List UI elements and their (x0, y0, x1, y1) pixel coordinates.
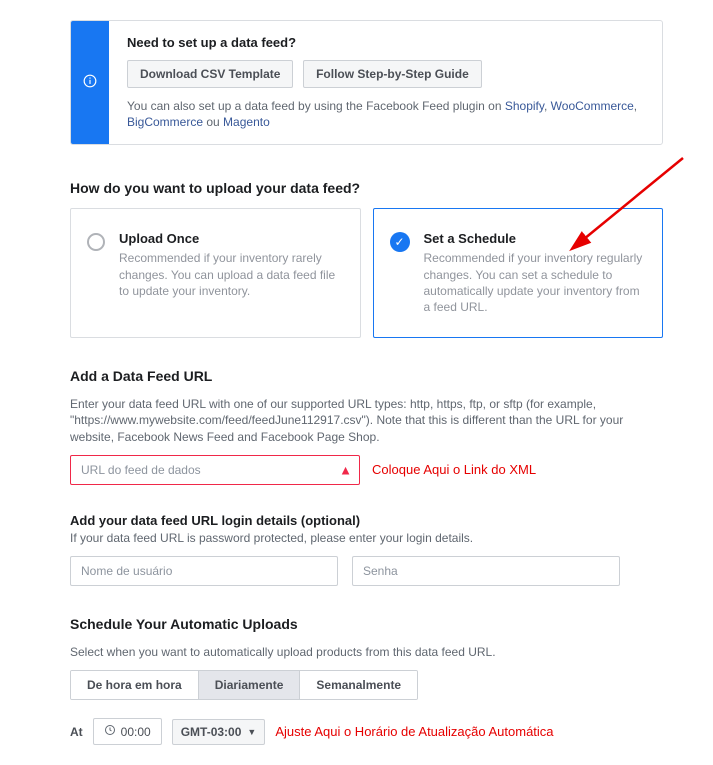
frequency-segmented: De hora em hora Diariamente Semanalmente (70, 670, 418, 700)
set-schedule-title: Set a Schedule (424, 231, 645, 246)
info-title: Need to set up a data feed? (127, 35, 644, 50)
set-schedule-desc: Recommended if your inventory regularly … (424, 250, 645, 315)
shopify-link[interactable]: Shopify (505, 99, 544, 113)
feed-url-annotation: Coloque Aqui o Link do XML (372, 462, 536, 477)
seg-weekly[interactable]: Semanalmente (300, 671, 417, 699)
schedule-desc: Select when you want to automatically up… (70, 644, 663, 660)
radio-checked-icon: ✓ (390, 232, 410, 252)
password-input[interactable] (352, 556, 620, 586)
feed-url-input-wrap: ▲ (70, 455, 360, 485)
feed-url-desc: Enter your data feed URL with one of our… (70, 396, 663, 445)
username-input[interactable] (70, 556, 338, 586)
feed-url-input[interactable] (70, 455, 360, 485)
login-desc: If your data feed URL is password protec… (70, 530, 663, 546)
set-schedule-option[interactable]: ✓ Set a Schedule Recommended if your inv… (373, 208, 664, 338)
upload-once-desc: Recommended if your inventory rarely cha… (119, 250, 342, 299)
download-csv-button[interactable]: Download CSV Template (127, 60, 293, 88)
schedule-annotation: Ajuste Aqui o Horário de Atualização Aut… (275, 724, 553, 739)
warning-icon: ▲ (339, 462, 352, 477)
radio-unchecked-icon (87, 233, 105, 251)
time-picker[interactable]: 00:00 (93, 718, 162, 745)
seg-hourly[interactable]: De hora em hora (71, 671, 199, 699)
feed-url-title: Add a Data Feed URL (70, 368, 663, 384)
info-box: Need to set up a data feed? Download CSV… (70, 20, 663, 145)
upload-once-option[interactable]: Upload Once Recommended if your inventor… (70, 208, 361, 338)
timezone-value: GMT-03:00 (181, 725, 242, 739)
woocommerce-link[interactable]: WooCommerce (551, 99, 634, 113)
seg-daily[interactable]: Diariamente (199, 671, 301, 699)
at-label: At (70, 725, 83, 739)
info-bar (71, 21, 109, 144)
schedule-title: Schedule Your Automatic Uploads (70, 616, 663, 632)
info-text-prefix: You can also set up a data feed by using… (127, 99, 505, 113)
clock-icon (104, 724, 116, 739)
follow-guide-button[interactable]: Follow Step-by-Step Guide (303, 60, 482, 88)
time-value: 00:00 (121, 725, 151, 739)
chevron-down-icon: ▼ (247, 727, 256, 737)
timezone-picker[interactable]: GMT-03:00 ▼ (172, 719, 266, 745)
info-content: Need to set up a data feed? Download CSV… (109, 21, 662, 144)
login-title: Add your data feed URL login details (op… (70, 513, 663, 528)
upload-once-title: Upload Once (119, 231, 342, 246)
bigcommerce-link[interactable]: BigCommerce (127, 115, 203, 129)
upload-options: Upload Once Recommended if your inventor… (70, 208, 663, 338)
upload-heading: How do you want to upload your data feed… (70, 180, 663, 196)
magento-link[interactable]: Magento (223, 115, 270, 129)
info-text: You can also set up a data feed by using… (127, 98, 644, 130)
info-icon (83, 74, 97, 91)
